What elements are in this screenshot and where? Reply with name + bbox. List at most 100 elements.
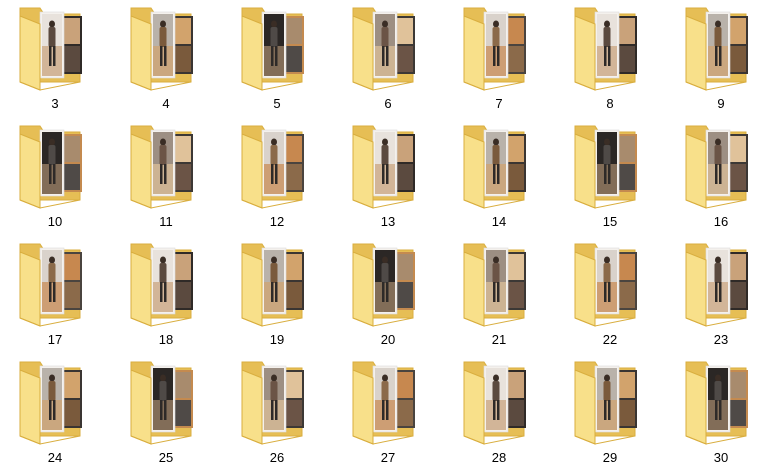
folder-item[interactable]: 19 <box>232 238 322 350</box>
folder-label: 13 <box>380 214 396 229</box>
folder-label: 20 <box>380 332 396 347</box>
folder-item[interactable]: 27 <box>343 356 433 468</box>
folder-item[interactable]: 3 <box>10 2 100 114</box>
photo-thumbnail <box>705 365 748 433</box>
folder-item[interactable]: 12 <box>232 120 322 232</box>
photo-thumbnail <box>150 129 193 197</box>
folder-label: 24 <box>47 450 63 465</box>
folder-label: 18 <box>158 332 174 347</box>
folder-item[interactable]: 6 <box>343 2 433 114</box>
folder-grid: 3 4 5 6 7 8 9 10 11 12 13 14 15 16 17 18 19 20 21 22 23 24 25 2… <box>0 0 772 476</box>
folder-item[interactable]: 9 <box>676 2 766 114</box>
folder-with-photo-thumbnails-icon <box>130 361 193 445</box>
folder-with-photo-thumbnails-icon <box>352 7 415 91</box>
photo-thumbnail <box>483 365 526 433</box>
folder-with-photo-thumbnails-icon <box>130 243 193 327</box>
folder-item[interactable]: 15 <box>565 120 655 232</box>
folder-with-photo-thumbnails-icon <box>574 361 637 445</box>
folder-with-photo-thumbnails-icon <box>463 125 526 209</box>
folder-label: 16 <box>713 214 729 229</box>
folder-label: 9 <box>717 96 725 111</box>
folder-item[interactable]: 30 <box>676 356 766 468</box>
folder-item[interactable]: 25 <box>121 356 211 468</box>
photo-thumbnail <box>705 11 748 79</box>
folder-label: 19 <box>269 332 285 347</box>
folder-label: 12 <box>269 214 285 229</box>
folder-item[interactable]: 22 <box>565 238 655 350</box>
folder-with-photo-thumbnails-icon <box>685 243 748 327</box>
folder-with-photo-thumbnails-icon <box>463 7 526 91</box>
photo-thumbnail <box>594 247 637 315</box>
folder-label: 22 <box>602 332 618 347</box>
folder-with-photo-thumbnails-icon <box>241 7 304 91</box>
folder-with-photo-thumbnails-icon <box>685 361 748 445</box>
folder-with-photo-thumbnails-icon <box>19 7 82 91</box>
folder-item[interactable]: 5 <box>232 2 322 114</box>
folder-label: 5 <box>273 96 281 111</box>
folder-item[interactable]: 16 <box>676 120 766 232</box>
photo-thumbnail <box>372 129 415 197</box>
folder-with-photo-thumbnails-icon <box>685 125 748 209</box>
photo-thumbnail <box>483 11 526 79</box>
photo-thumbnail <box>261 11 304 79</box>
photo-thumbnail <box>261 129 304 197</box>
folder-with-photo-thumbnails-icon <box>241 125 304 209</box>
folder-item[interactable]: 20 <box>343 238 433 350</box>
folder-label: 10 <box>47 214 63 229</box>
folder-item[interactable]: 23 <box>676 238 766 350</box>
folder-with-photo-thumbnails-icon <box>241 243 304 327</box>
folder-item[interactable]: 29 <box>565 356 655 468</box>
folder-label: 17 <box>47 332 63 347</box>
photo-thumbnail <box>150 11 193 79</box>
folder-item[interactable]: 28 <box>454 356 544 468</box>
folder-item[interactable]: 8 <box>565 2 655 114</box>
folder-with-photo-thumbnails-icon <box>574 7 637 91</box>
photo-thumbnail <box>705 247 748 315</box>
photo-thumbnail <box>594 11 637 79</box>
folder-with-photo-thumbnails-icon <box>352 125 415 209</box>
folder-item[interactable]: 17 <box>10 238 100 350</box>
photo-thumbnail <box>150 247 193 315</box>
folder-label: 15 <box>602 214 618 229</box>
photo-thumbnail <box>39 11 82 79</box>
folder-item[interactable]: 13 <box>343 120 433 232</box>
folder-item[interactable]: 26 <box>232 356 322 468</box>
folder-label: 25 <box>158 450 174 465</box>
folder-label: 4 <box>162 96 170 111</box>
photo-thumbnail <box>39 247 82 315</box>
folder-item[interactable]: 10 <box>10 120 100 232</box>
folder-label: 28 <box>491 450 507 465</box>
folder-item[interactable]: 18 <box>121 238 211 350</box>
folder-with-photo-thumbnails-icon <box>241 361 304 445</box>
folder-with-photo-thumbnails-icon <box>19 125 82 209</box>
folder-label: 3 <box>51 96 59 111</box>
folder-label: 11 <box>159 214 173 229</box>
folder-label: 23 <box>713 332 729 347</box>
photo-thumbnail <box>39 129 82 197</box>
folder-label: 29 <box>602 450 618 465</box>
folder-with-photo-thumbnails-icon <box>352 361 415 445</box>
folder-item[interactable]: 21 <box>454 238 544 350</box>
photo-thumbnail <box>594 365 637 433</box>
folder-item[interactable]: 14 <box>454 120 544 232</box>
photo-thumbnail <box>372 11 415 79</box>
folder-label: 21 <box>491 332 507 347</box>
folder-with-photo-thumbnails-icon <box>352 243 415 327</box>
folder-item[interactable]: 4 <box>121 2 211 114</box>
photo-thumbnail <box>261 365 304 433</box>
folder-with-photo-thumbnails-icon <box>463 243 526 327</box>
folder-label: 27 <box>380 450 396 465</box>
folder-item[interactable]: 7 <box>454 2 544 114</box>
photo-thumbnail <box>483 129 526 197</box>
folder-label: 30 <box>713 450 729 465</box>
photo-thumbnail <box>483 247 526 315</box>
folder-label: 26 <box>269 450 285 465</box>
folder-item[interactable]: 24 <box>10 356 100 468</box>
folder-with-photo-thumbnails-icon <box>574 243 637 327</box>
folder-with-photo-thumbnails-icon <box>685 7 748 91</box>
folder-with-photo-thumbnails-icon <box>19 243 82 327</box>
photo-thumbnail <box>150 365 193 433</box>
folder-with-photo-thumbnails-icon <box>130 125 193 209</box>
photo-thumbnail <box>261 247 304 315</box>
folder-item[interactable]: 11 <box>121 120 211 232</box>
